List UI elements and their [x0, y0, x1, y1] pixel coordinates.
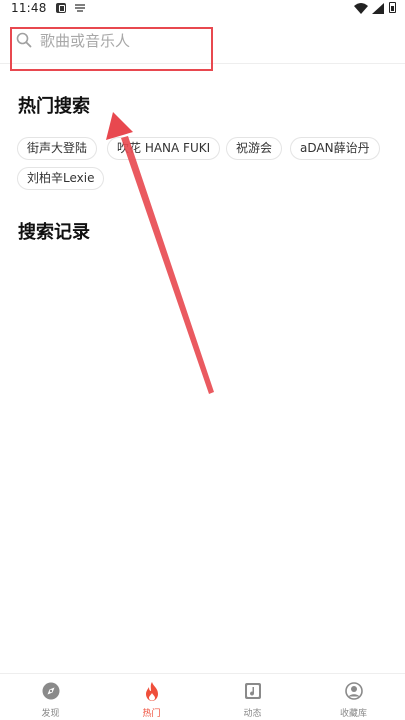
tab-feed[interactable]: 动态 — [202, 674, 303, 720]
tab-hot[interactable]: 热门 — [101, 674, 202, 720]
tab-feed-label: 动态 — [243, 709, 262, 719]
hot-tag[interactable]: 祝游会 — [226, 137, 283, 160]
flame-icon — [145, 682, 158, 701]
wifi-icon — [354, 3, 368, 14]
user-icon — [344, 682, 363, 700]
search-divider — [0, 63, 405, 64]
hot-tag[interactable]: 刘柏辛Lexie — [17, 167, 105, 190]
tab-library[interactable]: 收藏库 — [303, 674, 404, 720]
status-bar: 11:48 — [0, 0, 405, 16]
hot-tag[interactable]: aDAN薛诒丹 — [290, 137, 380, 160]
search-history-title: 搜索记录 — [18, 222, 90, 243]
tab-library-label: 收藏库 — [339, 709, 367, 719]
hot-search-title: 热门搜索 — [18, 96, 90, 117]
hot-tag[interactable]: 吹花 HANA FUKI — [107, 137, 221, 160]
status-time: 11:48 — [11, 1, 47, 15]
tab-discover-label: 发现 — [41, 709, 60, 719]
search-input[interactable] — [40, 30, 340, 52]
cast-icon — [75, 4, 85, 12]
hot-tag[interactable]: 街声大登陆 — [17, 137, 98, 160]
tab-hot-label: 热门 — [142, 709, 161, 719]
notification-icon — [56, 3, 66, 13]
battery-icon — [389, 2, 396, 13]
signal-icon — [372, 3, 384, 14]
search-icon — [16, 32, 32, 48]
compass-icon — [42, 682, 59, 700]
bottom-tab-bar: 发现 热门 动态 收藏库 — [0, 673, 405, 720]
music-card-icon — [244, 683, 261, 699]
tab-discover[interactable]: 发现 — [0, 674, 101, 720]
search-bar[interactable] — [0, 22, 405, 64]
